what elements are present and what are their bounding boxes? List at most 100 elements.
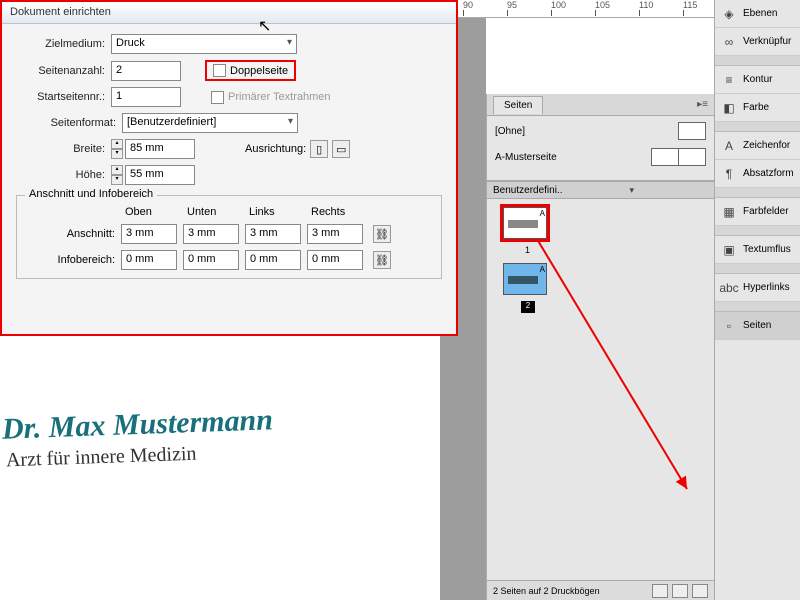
new-page-icon[interactable] <box>672 584 688 598</box>
links-icon: ∞ <box>721 34 737 50</box>
panel-seiten[interactable]: ▫Seiten <box>715 312 800 340</box>
panel-textumfluss-label: Textumflus <box>743 244 791 255</box>
anschnitt-oben[interactable]: 3 mm <box>121 224 177 244</box>
hyperlink-icon: abc <box>721 280 737 296</box>
infobereich-oben[interactable]: 0 mm <box>121 250 177 270</box>
page-2-number: 2 <box>521 301 535 313</box>
panel-ebenen-label: Ebenen <box>743 8 777 19</box>
anschnitt-rechts[interactable]: 3 mm <box>307 224 363 244</box>
infobereich-unten[interactable]: 0 mm <box>183 250 239 270</box>
dialog-title: Dokument einrichten <box>2 2 456 24</box>
master-none-thumb[interactable] <box>678 122 706 140</box>
master-none-label: [Ohne] <box>495 126 678 137</box>
seitenanzahl-input[interactable]: 2 <box>111 61 181 81</box>
subline-text[interactable]: Arzt für innere Medizin <box>6 443 197 473</box>
hoehe-input[interactable]: 55 mm <box>125 165 195 185</box>
anschnitt-label: Anschnitt: <box>25 228 121 240</box>
panel-kontur[interactable]: ≡ Kontur <box>715 66 800 94</box>
master-a-label: A-Musterseite <box>495 152 652 163</box>
page-2-thumb[interactable]: A <box>503 263 547 295</box>
edit-page-size-icon[interactable] <box>652 584 668 598</box>
color-icon: ◧ <box>721 100 737 116</box>
layers-icon: ◈ <box>721 6 737 22</box>
stroke-icon: ≡ <box>721 72 737 88</box>
panel-textumfluss[interactable]: ▣ Textumflus <box>715 236 800 264</box>
panel-ebenen[interactable]: ◈ Ebenen <box>715 0 800 28</box>
orientation-landscape-icon[interactable]: ▭ <box>332 140 350 158</box>
panel-kontur-label: Kontur <box>743 74 772 85</box>
startseite-label: Startseitennr.: <box>16 91 111 103</box>
panel-zeichen-label: Zeichenfor <box>743 140 790 151</box>
col-oben: Oben <box>125 206 187 218</box>
zielmedium-label: Zielmedium: <box>16 38 111 50</box>
page-2-master-letter: A <box>540 265 545 274</box>
pages-icon: ▫ <box>721 318 737 334</box>
seitenformat-select[interactable]: [Benutzerdefiniert] <box>122 113 298 133</box>
panel-absatzformate[interactable]: ¶Absatzform <box>715 160 800 188</box>
master-none-row[interactable]: [Ohne] <box>495 122 706 140</box>
ruler-tick: 115 <box>683 0 697 10</box>
panel-menu-icon[interactable]: ▸≡ <box>697 99 708 110</box>
orientation-portrait-icon[interactable]: ▯ <box>310 140 328 158</box>
breite-input[interactable]: 85 mm <box>125 139 195 159</box>
panel-hyperlinks[interactable]: abc Hyperlinks <box>715 274 800 302</box>
master-a-thumbs[interactable] <box>652 148 706 166</box>
textwrap-icon: ▣ <box>721 242 737 258</box>
startseite-input[interactable]: 1 <box>111 87 181 107</box>
hoehe-label: Höhe: <box>16 169 111 181</box>
infobereich-link-icon[interactable]: ⛓ <box>373 251 391 269</box>
masters-section: [Ohne] A-Musterseite <box>487 116 714 181</box>
infobereich-links[interactable]: 0 mm <box>245 250 301 270</box>
ausrichtung-label: Ausrichtung: <box>245 143 306 155</box>
document-setup-dialog: Dokument einrichten Zielmedium: Druck Se… <box>0 0 458 336</box>
panel-dock: ◈ Ebenen ∞ Verknüpfur ≡ Kontur ◧Farbe A Zeic… <box>714 0 800 600</box>
page-1-thumb[interactable]: A <box>503 207 547 239</box>
hoehe-spinner[interactable]: ▴▾ <box>111 165 123 185</box>
page-1-number: 1 <box>525 245 706 255</box>
doppelseite-checkbox[interactable] <box>213 64 226 77</box>
infobereich-label: Infobereich: <box>25 254 121 266</box>
pages-status-text: 2 Seiten auf 2 Druckbögen <box>493 586 600 596</box>
pages-status-bar: 2 Seiten auf 2 Druckbögen <box>487 580 714 600</box>
panel-verknuepfungen[interactable]: ∞ Verknüpfur <box>715 28 800 56</box>
col-unten: Unten <box>187 206 249 218</box>
col-links: Links <box>249 206 311 218</box>
panel-farbe[interactable]: ◧Farbe <box>715 94 800 122</box>
textrahmen-checkbox-group: Primärer Textrahmen <box>205 89 337 106</box>
master-a-row[interactable]: A-Musterseite <box>495 148 706 166</box>
panel-farbfelder-label: Farbfelder <box>743 206 789 217</box>
panel-zeichenformate[interactable]: A Zeichenfor <box>715 132 800 160</box>
headline-text[interactable]: Dr. Max Mustermann <box>1 403 273 446</box>
seitenformat-label: Seitenformat: <box>16 117 122 129</box>
bleed-group: Anschnitt und Infobereich Oben Unten Lin… <box>16 195 442 279</box>
horizontal-ruler: 90 95 100 105 110 115 <box>455 0 714 18</box>
ruler-tick: 105 <box>595 0 610 10</box>
breite-label: Breite: <box>16 143 111 155</box>
seitenanzahl-label: Seitenanzahl: <box>16 65 111 77</box>
ruler-tick: 110 <box>639 0 653 10</box>
page-size-selector[interactable]: Benutzerdefini.. <box>487 181 714 199</box>
doppelseite-label: Doppelseite <box>230 65 288 77</box>
charstyle-icon: A <box>721 138 737 154</box>
col-rechts: Rechts <box>311 206 373 218</box>
panel-verknuepfungen-label: Verknüpfur <box>743 36 791 47</box>
bleed-group-title: Anschnitt und Infobereich <box>25 188 157 200</box>
pages-list: A 1 A 2 <box>487 199 714 580</box>
panel-farbfelder[interactable]: ▦Farbfelder <box>715 198 800 226</box>
doppelseite-checkbox-group[interactable]: Doppelseite <box>205 60 296 81</box>
breite-spinner[interactable]: ▴▾ <box>111 139 123 159</box>
delete-page-icon[interactable] <box>692 584 708 598</box>
anschnitt-links[interactable]: 3 mm <box>245 224 301 244</box>
anschnitt-link-icon[interactable]: ⛓ <box>373 225 391 243</box>
panel-hyperlinks-label: Hyperlinks <box>743 282 790 293</box>
tab-seiten[interactable]: Seiten <box>493 96 543 114</box>
infobereich-rechts[interactable]: 0 mm <box>307 250 363 270</box>
anschnitt-unten[interactable]: 3 mm <box>183 224 239 244</box>
document-canvas[interactable]: Dr. Max Mustermann Arzt für innere Mediz… <box>0 336 440 600</box>
page-1-master-letter: A <box>540 209 545 218</box>
zielmedium-select[interactable]: Druck <box>111 34 297 54</box>
ruler-tick: 100 <box>551 0 566 10</box>
panel-absatz-label: Absatzform <box>743 168 794 179</box>
textrahmen-label: Primärer Textrahmen <box>228 91 331 103</box>
ruler-tick: 90 <box>463 0 473 10</box>
